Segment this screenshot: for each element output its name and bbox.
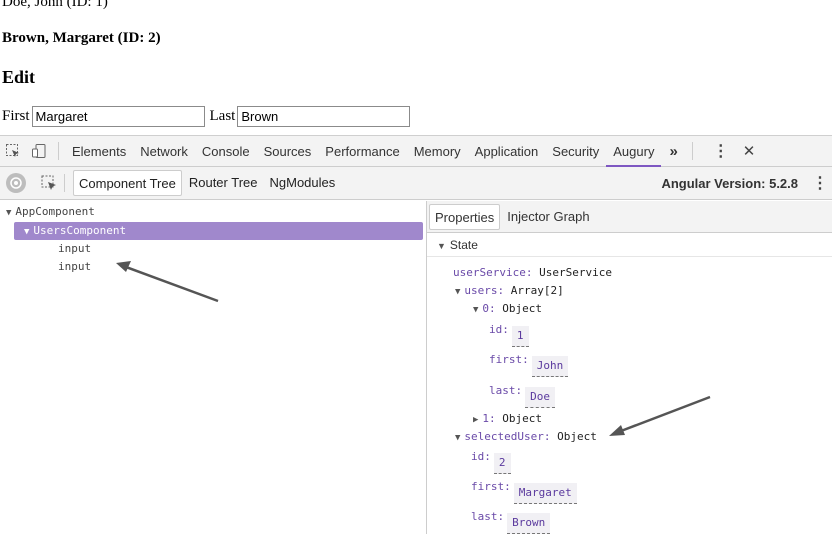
state-section-header[interactable]: ▼ State — [427, 233, 832, 257]
augury-logo-icon — [6, 173, 26, 193]
first-name-input[interactable] — [31, 106, 205, 127]
user-item-2[interactable]: Brown, Margaret (ID: 2) — [2, 30, 161, 47]
tab-augury[interactable]: Augury — [606, 136, 662, 167]
tree-node-input[interactable]: input — [58, 258, 91, 276]
expand-triangle-icon[interactable]: ▼ — [437, 241, 446, 251]
menu-kebab-icon[interactable]: ⋮ — [713, 141, 729, 161]
tab-elements[interactable]: Elements — [65, 136, 133, 167]
tab-console[interactable]: Console — [195, 136, 257, 167]
augury-toolbar: Component Tree Router Tree NgModules Ang… — [0, 167, 832, 200]
tab-performance[interactable]: Performance — [318, 136, 406, 167]
tab-application[interactable]: Application — [468, 136, 546, 167]
more-tabs-icon[interactable]: » — [661, 143, 685, 160]
toolbar-divider — [58, 142, 59, 160]
last-name-input[interactable] — [237, 106, 411, 127]
edit-form: First Last — [2, 106, 415, 127]
tab-router-tree[interactable]: Router Tree — [184, 170, 263, 196]
toolbar-divider — [64, 174, 65, 192]
properties-tabs: Properties Injector Graph — [427, 201, 832, 233]
angular-version: Angular Version: 5.2.8 — [661, 175, 798, 191]
tab-sources[interactable]: Sources — [257, 136, 319, 167]
device-toolbar-icon[interactable] — [26, 136, 52, 167]
first-label: First — [2, 108, 30, 124]
tab-injector-graph[interactable]: Injector Graph — [502, 204, 594, 230]
tab-network[interactable]: Network — [133, 136, 195, 167]
user-item-1[interactable]: Doe, John (ID: 1) — [2, 0, 108, 11]
last-label: Last — [209, 108, 236, 124]
tab-security[interactable]: Security — [545, 136, 606, 167]
close-icon[interactable]: ✕ — [743, 142, 756, 160]
tree-node-appcomponent[interactable]: ▼ AppComponent — [6, 203, 95, 221]
augury-menu-icon[interactable]: ⋮ — [812, 173, 828, 193]
tree-node-userscomponent[interactable]: ▼ UsersComponent — [14, 222, 423, 240]
tab-ngmodules[interactable]: NgModules — [265, 170, 341, 196]
expand-triangle-icon[interactable]: ▼ — [6, 208, 11, 218]
tab-component-tree[interactable]: Component Tree — [73, 170, 182, 196]
edit-heading: Edit — [2, 67, 36, 87]
tab-memory[interactable]: Memory — [407, 136, 468, 167]
app-page: Doe, John (ID: 1) Brown, Margaret (ID: 2… — [0, 0, 832, 135]
devtools-panel: Elements Network Console Sources Perform… — [0, 135, 832, 534]
properties-panel: Properties Injector Graph ▼ State userSer… — [427, 201, 832, 534]
tree-node-input[interactable]: input — [58, 240, 91, 258]
select-element-icon[interactable] — [40, 174, 58, 192]
annotation-arrow — [609, 395, 711, 436]
tab-properties[interactable]: Properties — [429, 203, 501, 230]
devtools-tabbar: Elements Network Console Sources Perform… — [0, 136, 832, 167]
inspect-icon[interactable] — [0, 136, 26, 167]
expand-triangle-icon[interactable]: ▼ — [24, 227, 29, 237]
component-tree: ▼ AppComponent ▼ UsersComponent input inpu… — [0, 201, 426, 534]
toolbar-divider — [691, 142, 693, 160]
